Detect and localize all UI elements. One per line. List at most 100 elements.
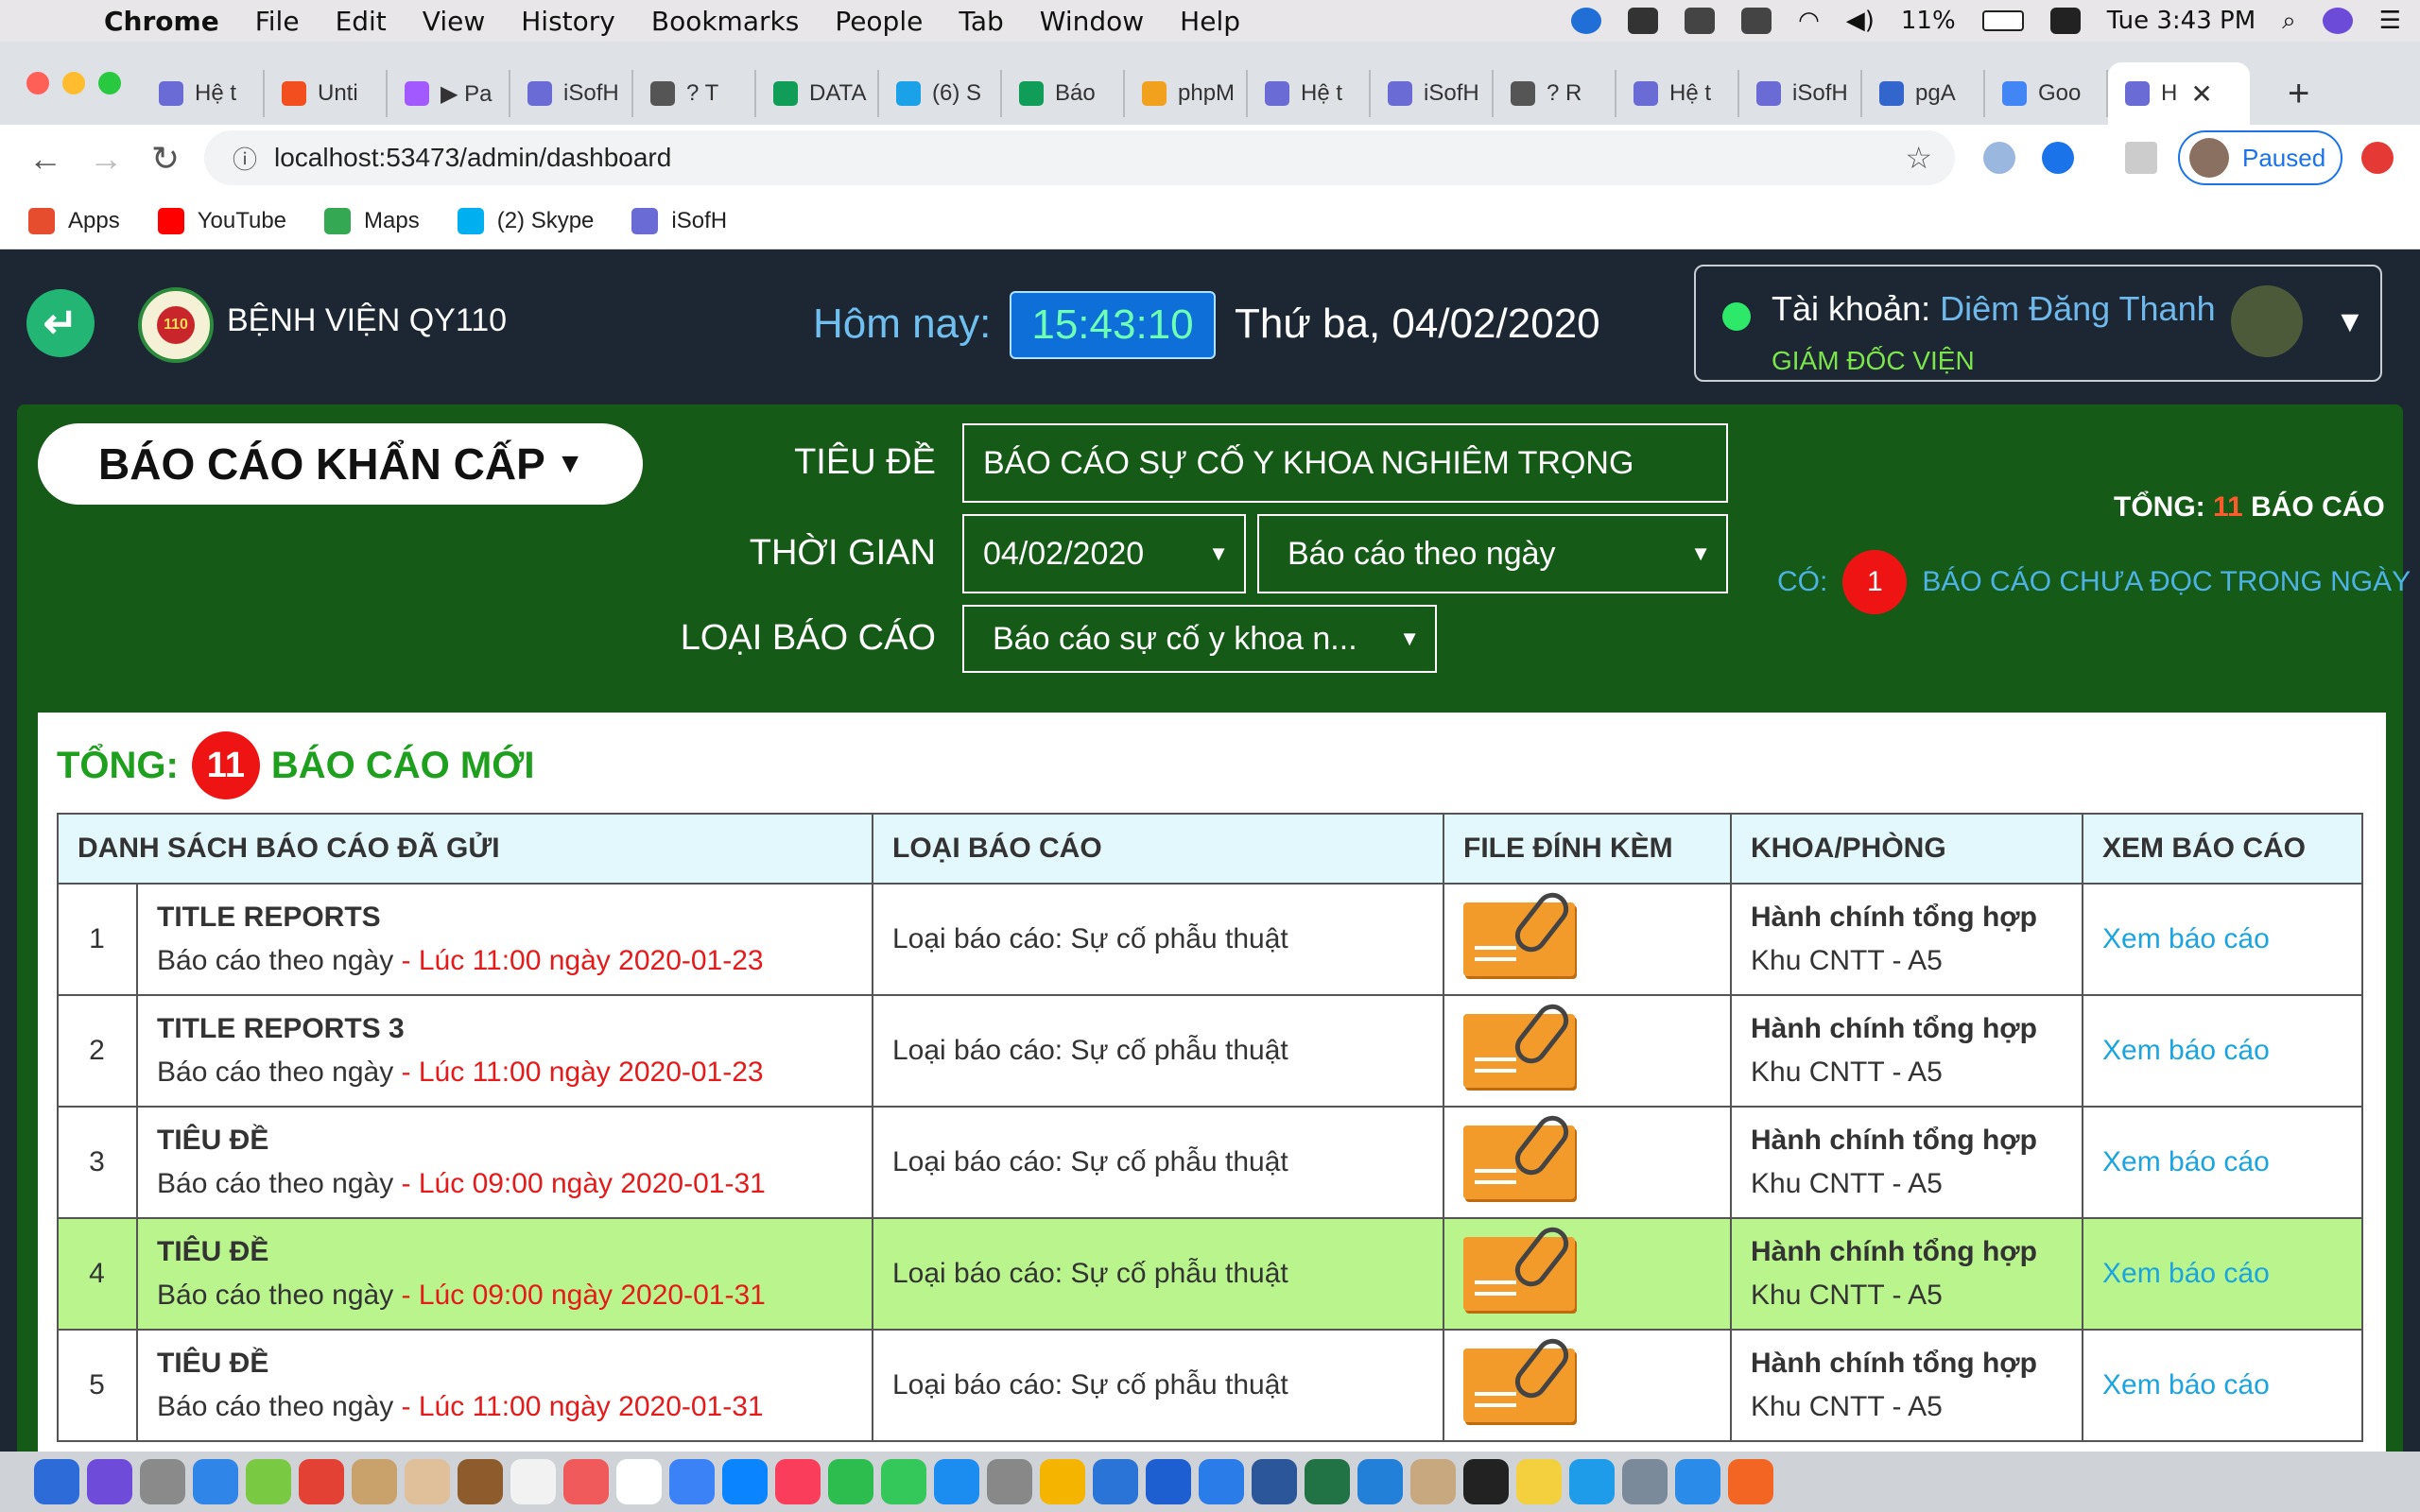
menu-history[interactable]: History: [521, 6, 615, 37]
reading-list-icon[interactable]: [2125, 142, 2157, 174]
wifi-icon[interactable]: ◠: [1798, 7, 1820, 35]
volume-icon[interactable]: ◀): [1846, 7, 1875, 35]
siri-icon[interactable]: [2322, 8, 2353, 34]
dock-app-icon[interactable]: [881, 1459, 926, 1504]
dock-app-icon[interactable]: [193, 1459, 238, 1504]
bookmark-4[interactable]: iSofH: [631, 207, 727, 234]
dock-app-icon[interactable]: [1516, 1459, 1562, 1504]
tab-6[interactable]: (6) S: [879, 70, 1002, 117]
dock-app-icon[interactable]: [405, 1459, 450, 1504]
paperclip-attachment-icon[interactable]: [1463, 1220, 1575, 1311]
dock-app-icon[interactable]: [510, 1459, 556, 1504]
dock-app-icon[interactable]: [140, 1459, 185, 1504]
tab-13[interactable]: iSofH: [1739, 70, 1862, 117]
dock-app-icon[interactable]: [616, 1459, 662, 1504]
dock-app-icon[interactable]: [934, 1459, 979, 1504]
paperclip-attachment-icon[interactable]: [1463, 885, 1575, 976]
paperclip-attachment-icon[interactable]: [1463, 1108, 1575, 1199]
menu-app-chrome[interactable]: Chrome: [104, 6, 219, 37]
account-menu[interactable]: Tài khoản: Diêm Đăng Thanh GIÁM ĐỐC VIỆN…: [1694, 265, 2382, 382]
back-icon[interactable]: ←: [28, 139, 62, 179]
view-report-link[interactable]: Xem báo cáo: [2102, 1146, 2270, 1177]
window-close-button[interactable]: [26, 72, 49, 94]
view-report-link[interactable]: Xem báo cáo: [2102, 1258, 2270, 1289]
dock-app-icon[interactable]: [1093, 1459, 1138, 1504]
dock-app-icon[interactable]: [1305, 1459, 1350, 1504]
scrivener-icon[interactable]: [1628, 8, 1659, 34]
tab-8[interactable]: phpM: [1125, 70, 1248, 117]
tab-3[interactable]: iSofH: [510, 70, 633, 117]
new-tab-button[interactable]: +: [2288, 73, 2309, 115]
tab-1[interactable]: Unti: [265, 70, 388, 117]
dock-app-icon[interactable]: [34, 1459, 79, 1504]
bookmark-2[interactable]: Maps: [324, 207, 420, 234]
tab-11[interactable]: ? R: [1494, 70, 1616, 117]
dock-app-icon[interactable]: [563, 1459, 609, 1504]
paperclip-attachment-icon[interactable]: [1463, 1332, 1575, 1422]
dock-app-icon[interactable]: [1675, 1459, 1720, 1504]
dock-app-icon[interactable]: [246, 1459, 291, 1504]
menu-window[interactable]: Window: [1040, 6, 1144, 37]
bookmark-star-icon[interactable]: ☆: [1905, 140, 1932, 176]
bookmark-1[interactable]: YouTube: [157, 207, 286, 234]
menu-people[interactable]: People: [835, 6, 923, 37]
tab-15[interactable]: Goo: [1985, 70, 2108, 117]
extension-icon[interactable]: [1983, 142, 2015, 174]
dock-app-icon[interactable]: [1040, 1459, 1085, 1504]
chevron-down-icon[interactable]: ▼: [2335, 304, 2365, 339]
back-arrow-button[interactable]: ↵: [26, 289, 95, 357]
dock-app-icon[interactable]: [1622, 1459, 1668, 1504]
tab-7[interactable]: Báo: [1002, 70, 1125, 117]
date-picker[interactable]: 04/02/2020 ▼: [962, 514, 1246, 593]
dock-app-icon[interactable]: [1728, 1459, 1773, 1504]
tab-4[interactable]: ? T: [633, 70, 756, 117]
dock-app-icon[interactable]: [458, 1459, 503, 1504]
dock-app-icon[interactable]: [1199, 1459, 1244, 1504]
tab-16[interactable]: H ✕: [2108, 62, 2250, 125]
title-field[interactable]: BÁO CÁO SỰ CỐ Y KHOA NGHIÊM TRỌNG: [962, 423, 1728, 503]
bookmark-3[interactable]: (2) Skype: [457, 207, 594, 234]
dock-app-icon[interactable]: [1146, 1459, 1191, 1504]
tab-0[interactable]: Hệ t: [142, 70, 265, 117]
reload-icon[interactable]: ↻: [149, 139, 182, 179]
dock-app-icon[interactable]: [669, 1459, 715, 1504]
table-row[interactable]: 2 TITLE REPORTS 3 Báo cáo theo ngày - Lúc …: [57, 994, 2363, 1108]
table-row[interactable]: 1 TITLE REPORTS Báo cáo theo ngày - Lúc 11…: [57, 883, 2363, 996]
tab-10[interactable]: iSofH: [1371, 70, 1494, 117]
dock-app-icon[interactable]: [87, 1459, 132, 1504]
dock-app-icon[interactable]: [1357, 1459, 1403, 1504]
menubar-clock[interactable]: Tue 3:43 PM: [2107, 7, 2256, 35]
dock-app-icon[interactable]: [1569, 1459, 1615, 1504]
tab-14[interactable]: pgA: [1862, 70, 1985, 117]
report-type-dropdown[interactable]: BÁO CÁO KHẨN CẤP ▼: [38, 423, 643, 505]
tab-5[interactable]: DATA: [756, 70, 879, 117]
unread-reports-summary[interactable]: CÓ: 1 BÁO CÁO CHƯA ĐỌC TRONG NGÀY: [1777, 548, 2411, 616]
dock-app-icon[interactable]: [1410, 1459, 1456, 1504]
dock-app-icon[interactable]: [299, 1459, 344, 1504]
docker-icon[interactable]: [1685, 8, 1716, 34]
menu-tab[interactable]: Tab: [959, 6, 1003, 37]
unread-suffix[interactable]: BÁO CÁO CHƯA ĐỌC TRONG NGÀY: [1922, 566, 2411, 598]
notification-center-icon[interactable]: ☰: [2379, 7, 2401, 35]
window-zoom-button[interactable]: [98, 72, 121, 94]
dock-app-icon[interactable]: [987, 1459, 1032, 1504]
dock-app-icon[interactable]: [1463, 1459, 1509, 1504]
site-info-icon[interactable]: ⓘ: [233, 141, 257, 176]
menu-view[interactable]: View: [423, 6, 485, 37]
forward-icon[interactable]: →: [89, 139, 123, 179]
update-icon[interactable]: [2361, 142, 2394, 174]
menu-edit[interactable]: Edit: [336, 6, 387, 37]
url-text[interactable]: localhost:53473/admin/dashboard: [274, 143, 671, 173]
dock-app-icon[interactable]: [352, 1459, 397, 1504]
view-report-link[interactable]: Xem báo cáo: [2102, 1035, 2270, 1066]
bookmark-0[interactable]: Apps: [28, 207, 120, 234]
spotlight-search-icon[interactable]: ⌕: [2282, 7, 2296, 36]
profile-button[interactable]: Paused: [2178, 130, 2342, 185]
dock-app-icon[interactable]: [722, 1459, 768, 1504]
battery-icon[interactable]: [1981, 10, 2024, 31]
search-extension-icon[interactable]: [2042, 142, 2074, 174]
period-select[interactable]: Báo cáo theo ngày ▼: [1257, 514, 1728, 593]
dock-app-icon[interactable]: [775, 1459, 821, 1504]
tab-2[interactable]: ▶ Pa: [388, 70, 510, 117]
window-minimize-button[interactable]: [62, 72, 85, 94]
